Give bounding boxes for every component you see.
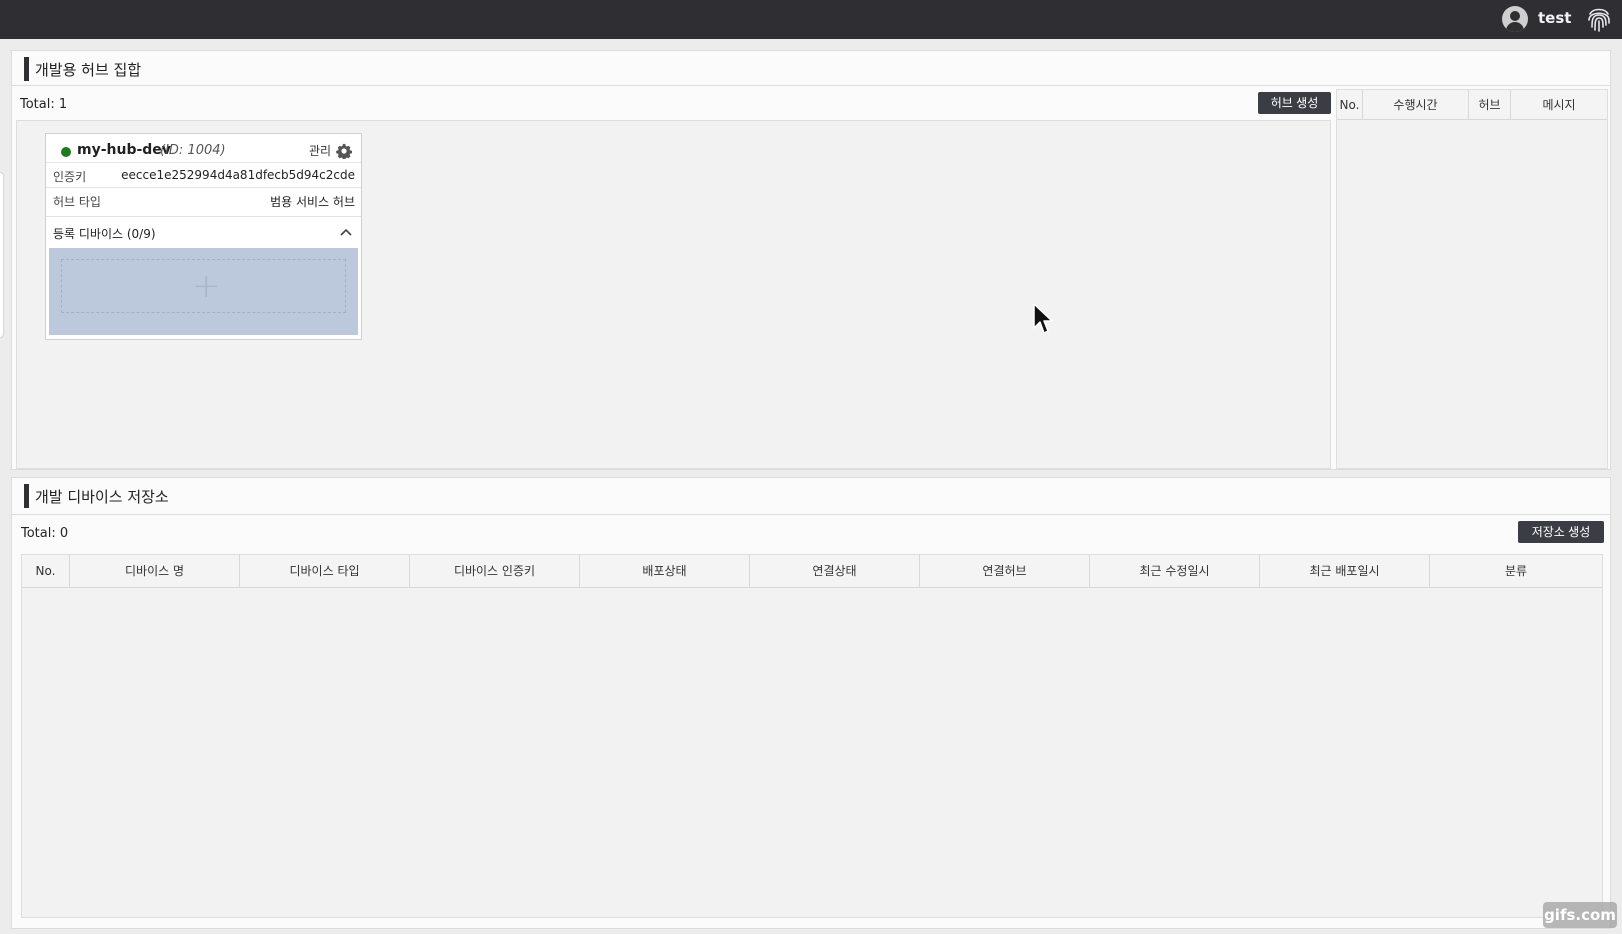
section-marker: [24, 57, 29, 81]
hub-id: (ID: 1004): [160, 143, 226, 158]
side-edge-tab[interactable]: [0, 172, 4, 338]
hub-set-title: 개발용 허브 집합: [35, 61, 142, 79]
col-device-auth-key[interactable]: 디바이스 인증키: [410, 555, 580, 588]
col-connection-status[interactable]: 연결상태: [750, 555, 920, 588]
hub-total: Total: 1: [20, 97, 68, 112]
col-connected-hub[interactable]: 연결허브: [920, 555, 1090, 588]
col-device-type[interactable]: 디바이스 타입: [240, 555, 410, 588]
hub-name: my-hub-dev: [77, 142, 171, 158]
col-device-name[interactable]: 디바이스 명: [70, 555, 240, 588]
hub-log-panel: No. 수행시간 허브 메시지: [1336, 89, 1608, 469]
col-last-modified[interactable]: 최근 수정일시: [1090, 555, 1260, 588]
gear-icon[interactable]: [336, 143, 352, 159]
device-total: Total: 0: [21, 526, 69, 541]
add-device-button[interactable]: +: [61, 259, 346, 313]
hub-manage-link[interactable]: 관리: [309, 142, 331, 159]
hub-type-row: 허브 타입 범용 서비스 허브: [46, 187, 361, 211]
device-add-zone: +: [49, 248, 358, 335]
gifs-watermark: gifs.com: [1543, 902, 1617, 928]
device-table-header: No. 디바이스 명 디바이스 타입 디바이스 인증키 배포상태 연결상태 연결…: [22, 555, 1602, 588]
username[interactable]: test: [1538, 9, 1571, 27]
col-deploy-status[interactable]: 배포상태: [580, 555, 750, 588]
divider: [12, 514, 1610, 515]
hub-status-dot: [61, 147, 71, 157]
mouse-cursor-icon: [1033, 303, 1053, 334]
auth-key-row: 인증키 eecce1e252994d4a81dfecb5d94c2cde: [46, 162, 361, 186]
create-hub-button[interactable]: 허브 생성: [1258, 92, 1331, 114]
hub-type-value: 범용 서비스 허브: [270, 195, 355, 209]
device-table: No. 디바이스 명 디바이스 타입 디바이스 인증키 배포상태 연결상태 연결…: [21, 554, 1603, 918]
user-avatar-icon[interactable]: [1502, 6, 1528, 32]
plus-icon: +: [192, 266, 221, 306]
col-last-deployed[interactable]: 최근 배포일시: [1260, 555, 1430, 588]
hub-type-label: 허브 타입: [53, 195, 101, 209]
fingerprint-icon[interactable]: [1586, 5, 1612, 33]
log-table-header: No. 수행시간 허브 메시지: [1337, 90, 1607, 120]
auth-key-value: eecce1e252994d4a81dfecb5d94c2cde: [121, 168, 355, 182]
log-col-no[interactable]: No.: [1337, 90, 1363, 120]
top-bar: test: [0, 0, 1622, 39]
device-repo-title: 개발 디바이스 저장소: [35, 488, 169, 506]
col-no[interactable]: No.: [22, 555, 70, 588]
create-repo-button[interactable]: 저장소 생성: [1518, 521, 1604, 543]
log-col-time[interactable]: 수행시간: [1363, 90, 1469, 120]
chevron-up-icon[interactable]: [339, 225, 353, 239]
auth-key-label: 인증키: [53, 170, 87, 184]
hub-card[interactable]: my-hub-dev (ID: 1004) 관리 인증키 eecce1e2529…: [45, 133, 362, 340]
section-marker: [24, 484, 29, 508]
col-category[interactable]: 분류: [1430, 555, 1602, 588]
log-col-message[interactable]: 메시지: [1511, 90, 1607, 120]
log-col-hub[interactable]: 허브: [1469, 90, 1511, 120]
registered-devices-toggle[interactable]: 등록 디바이스 (0/9): [46, 216, 361, 246]
divider: [12, 85, 1610, 86]
registered-devices-label: 등록 디바이스 (0/9): [53, 227, 156, 241]
